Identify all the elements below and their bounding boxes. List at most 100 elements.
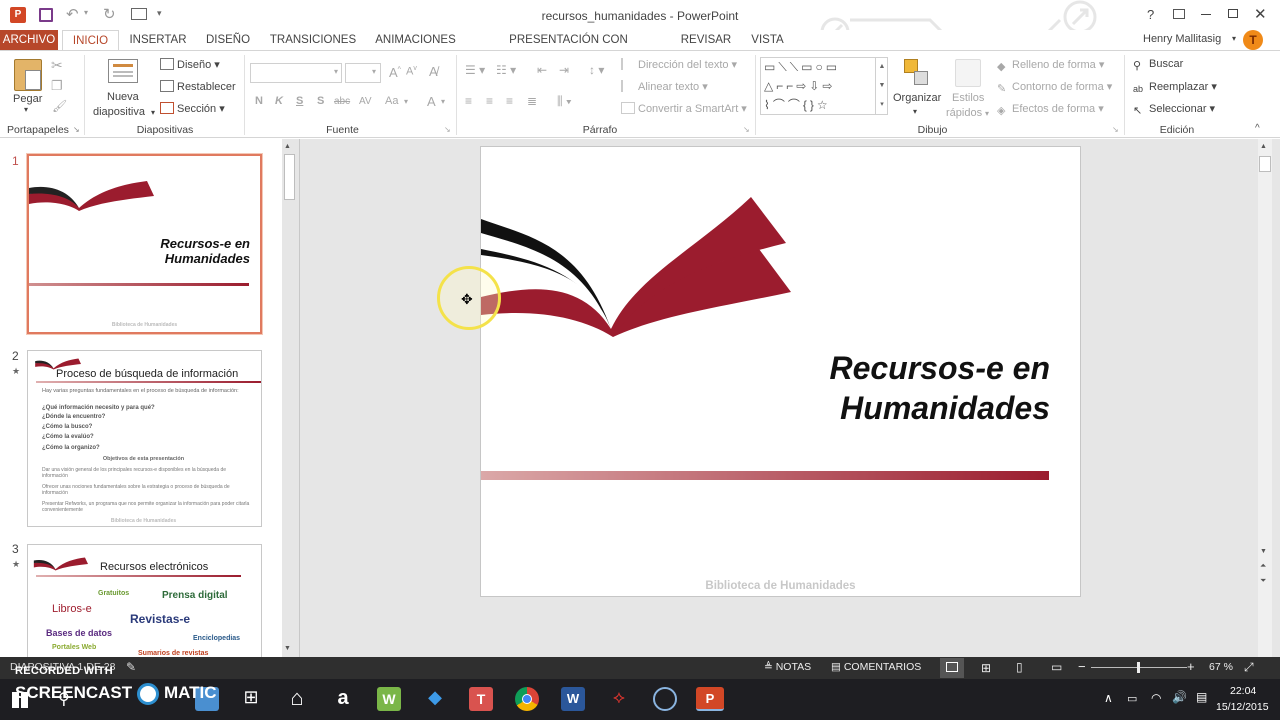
quick-styles-label-1[interactable]: Estilos — [952, 92, 984, 104]
copy-icon[interactable]: ❐ — [51, 78, 63, 94]
font-name-select[interactable] — [250, 63, 342, 83]
quick-styles-label-2[interactable]: rápidos — [946, 107, 982, 119]
arrange-label[interactable]: Organizar — [893, 92, 941, 104]
font-size-dropdown-icon[interactable]: ▾ — [372, 67, 376, 76]
tab-vista[interactable]: VISTA — [745, 30, 790, 50]
reading-view-button[interactable]: ▯ — [1016, 660, 1023, 674]
new-slide-label-2[interactable]: diapositiva — [93, 106, 145, 118]
notes-button[interactable]: ≜ NOTAS — [764, 661, 811, 673]
word-icon[interactable]: W — [561, 687, 585, 711]
store-icon[interactable]: ⊞ — [239, 687, 263, 711]
ribbon-display-options-icon[interactable] — [1173, 9, 1185, 19]
minimize-button[interactable] — [1201, 14, 1211, 15]
dibujo-launcher-icon[interactable]: ↘ — [1112, 125, 1119, 134]
align-text-button[interactable]: Alinear texto ▾ — [621, 80, 708, 93]
align-center-icon[interactable]: ≡ — [486, 94, 493, 108]
notification-icon[interactable]: ▤ — [1196, 690, 1207, 704]
close-button[interactable]: ✕ — [1254, 5, 1267, 23]
chrome-icon[interactable] — [515, 687, 539, 711]
change-case-dropdown-icon[interactable]: ▾ — [404, 97, 408, 106]
decrease-indent-icon[interactable]: ⇤ — [537, 63, 547, 77]
zoom-level[interactable]: 67 % — [1209, 661, 1233, 673]
thumbnail-scroll-up[interactable]: ▲ — [284, 143, 291, 150]
user-name[interactable]: Henry Mallitasig — [1143, 33, 1221, 45]
find-button[interactable]: ⚲ Buscar — [1133, 58, 1183, 72]
clear-format-icon[interactable]: A̸ — [429, 64, 438, 79]
slide-canvas[interactable]: Recursos-e en Humanidades Biblioteca de … — [480, 146, 1081, 597]
line-spacing-icon[interactable]: ↕ ▾ — [589, 63, 604, 77]
volume-icon[interactable]: 🔊 — [1172, 690, 1187, 704]
slide-sorter-view-button[interactable]: ⊞ — [981, 661, 991, 675]
columns-icon[interactable]: ⫼ ▾ — [557, 94, 572, 109]
tab-archivo[interactable]: ARCHIVO — [0, 30, 58, 50]
previous-slide-button[interactable]: ⏶ — [1260, 561, 1266, 571]
tab-diseno[interactable]: DISEÑO — [198, 30, 258, 50]
replace-button[interactable]: ab Reemplazar ▾ — [1133, 80, 1217, 96]
paste-icon[interactable] — [14, 59, 42, 91]
underline-button[interactable]: S — [296, 95, 303, 107]
char-spacing-button[interactable]: AV — [359, 96, 372, 107]
tab-inicio[interactable]: INICIO — [62, 30, 119, 51]
increase-indent-icon[interactable]: ⇥ — [559, 63, 569, 77]
arrange-icon[interactable] — [904, 59, 930, 87]
font-name-dropdown-icon[interactable]: ▾ — [334, 67, 338, 76]
italic-button[interactable]: K — [275, 95, 283, 107]
help-button[interactable]: ? — [1147, 7, 1154, 22]
acrobat-icon[interactable]: ⟡ — [607, 687, 631, 711]
strikethrough-button[interactable]: abc — [334, 96, 350, 107]
grow-font-icon[interactable]: A^ — [389, 65, 401, 80]
tab-presentacion[interactable]: PRESENTACIÓN CON DIAPOSITIVAS — [470, 30, 667, 66]
next-slide-button[interactable]: ⏷ — [1260, 576, 1266, 586]
reset-button[interactable]: Restablecer — [160, 80, 236, 93]
numbering-icon[interactable]: ☷ ▾ — [496, 63, 516, 77]
shapes-gallery-scroll[interactable]: ▲ ▼ ▾ — [875, 57, 888, 115]
change-case-button[interactable]: Aa — [385, 95, 398, 107]
tab-revisar[interactable]: REVISAR — [677, 30, 735, 50]
smartart-button[interactable]: Convertir a SmartArt ▾ — [621, 102, 747, 115]
home-icon[interactable]: ⌂ — [285, 687, 309, 711]
portapapeles-launcher-icon[interactable]: ↘ — [73, 125, 80, 134]
shape-fill-button[interactable]: ◆ Relleno de forma ▾ — [997, 58, 1104, 73]
quick-styles-icon[interactable] — [955, 59, 981, 87]
arrange-dropdown-icon[interactable]: ▾ — [913, 107, 917, 116]
shapes-gallery[interactable]: ▭⟍⟍▭○▭ △⌐⌐⇨⇩⇨ ⌇⌒⌒{}☆ — [760, 57, 888, 115]
bold-button[interactable]: N — [255, 95, 263, 107]
user-dropdown-icon[interactable]: ▾ — [1232, 34, 1236, 43]
paste-button-label[interactable]: Pegar — [13, 93, 42, 105]
tab-animaciones[interactable]: ANIMACIONES — [369, 30, 462, 50]
zoom-in-button[interactable]: + — [1187, 659, 1195, 674]
slide-thumbnail-3[interactable]: Recursos electrónicos Gratuitos Prensa d… — [27, 544, 262, 657]
slide-thumbnail-2[interactable]: Proceso de búsqueda de información Hay v… — [27, 350, 262, 527]
battery-icon[interactable]: ▭ — [1127, 692, 1137, 705]
zoom-slider-thumb[interactable] — [1137, 662, 1141, 673]
maximize-button[interactable] — [1228, 9, 1238, 18]
zoom-out-button[interactable]: − — [1078, 659, 1086, 674]
justify-icon[interactable]: ≣ — [527, 94, 537, 108]
slide-scroll-thumb[interactable] — [1259, 156, 1271, 172]
shadow-button[interactable]: S — [317, 95, 324, 107]
collapse-ribbon-icon[interactable]: ^ — [1255, 123, 1260, 134]
clock-time[interactable]: 22:04 — [1230, 685, 1256, 697]
select-button[interactable]: ↖ Seleccionar ▾ — [1133, 102, 1215, 117]
new-slide-icon[interactable] — [108, 59, 138, 83]
slide-thumbnail-pane[interactable]: 1 Recursos-e en Humanidades Biblioteca d… — [0, 139, 282, 657]
text-direction-button[interactable]: Dirección del texto ▾ — [621, 58, 737, 71]
normal-view-button[interactable] — [940, 658, 964, 678]
paste-dropdown-icon[interactable]: ▾ — [24, 105, 28, 114]
slide-scroll-down[interactable]: ▼ — [1260, 548, 1267, 555]
screencast-icon[interactable] — [653, 687, 677, 711]
tray-chevron-icon[interactable]: ∧ — [1104, 691, 1113, 705]
new-slide-dropdown-icon[interactable]: ▾ — [151, 108, 155, 117]
layout-button[interactable]: Diseño ▾ — [160, 58, 220, 71]
wifi-icon[interactable]: ◠ — [1151, 691, 1161, 705]
section-button[interactable]: Sección ▾ — [160, 102, 225, 115]
align-right-icon[interactable]: ≡ — [506, 94, 513, 108]
new-slide-label-1[interactable]: Nueva — [107, 91, 139, 103]
shape-outline-button[interactable]: ✎ Contorno de forma ▾ — [997, 80, 1112, 95]
quick-styles-dropdown-icon[interactable]: ▾ — [985, 109, 989, 118]
amazon-icon[interactable]: a — [331, 687, 355, 711]
clock-date[interactable]: 15/12/2015 — [1216, 701, 1269, 713]
align-left-icon[interactable]: ≡ — [465, 94, 472, 108]
dropbox-icon[interactable]: ◆ — [423, 687, 447, 711]
tab-transiciones[interactable]: TRANSICIONES — [266, 30, 360, 50]
